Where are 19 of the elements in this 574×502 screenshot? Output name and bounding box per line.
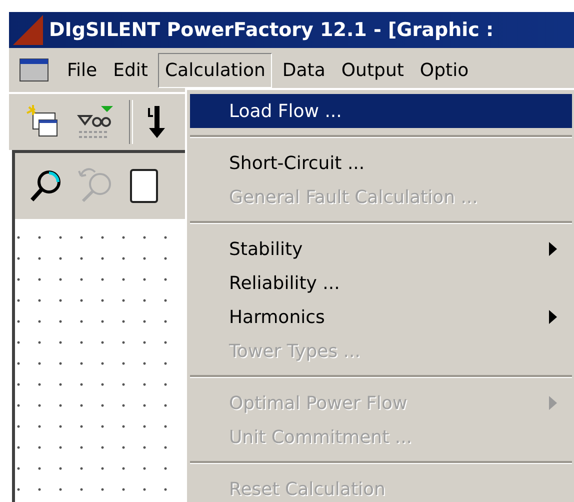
submenu-arrow-icon — [548, 241, 558, 257]
menu-item[interactable]: Edit — [107, 54, 154, 86]
menu-option[interactable]: Load Flow ... — [190, 94, 572, 128]
menu-item[interactable]: File — [61, 54, 104, 86]
zoom-icon[interactable] — [29, 169, 63, 203]
window-icon[interactable] — [19, 58, 49, 82]
menu-item[interactable]: Calculation — [158, 52, 272, 88]
window-title: DIgSILENT PowerFactory 12.1 - [Graphic : — [49, 19, 494, 41]
menu-option[interactable]: Short-Circuit ... — [190, 146, 572, 180]
menu-option[interactable]: Harmonics — [190, 300, 572, 334]
app-logo-icon — [13, 15, 43, 45]
menu-item[interactable]: Data — [276, 54, 332, 86]
submenu-arrow-icon — [548, 395, 558, 411]
submenu-arrow-icon — [548, 309, 558, 325]
menu-option[interactable]: Reliability ... — [190, 266, 572, 300]
menu-item[interactable]: Output — [335, 54, 410, 86]
menu-item[interactable]: Optio — [414, 54, 475, 86]
menu-option[interactable]: Stability — [190, 232, 572, 266]
rectangle-icon[interactable] — [129, 168, 159, 204]
